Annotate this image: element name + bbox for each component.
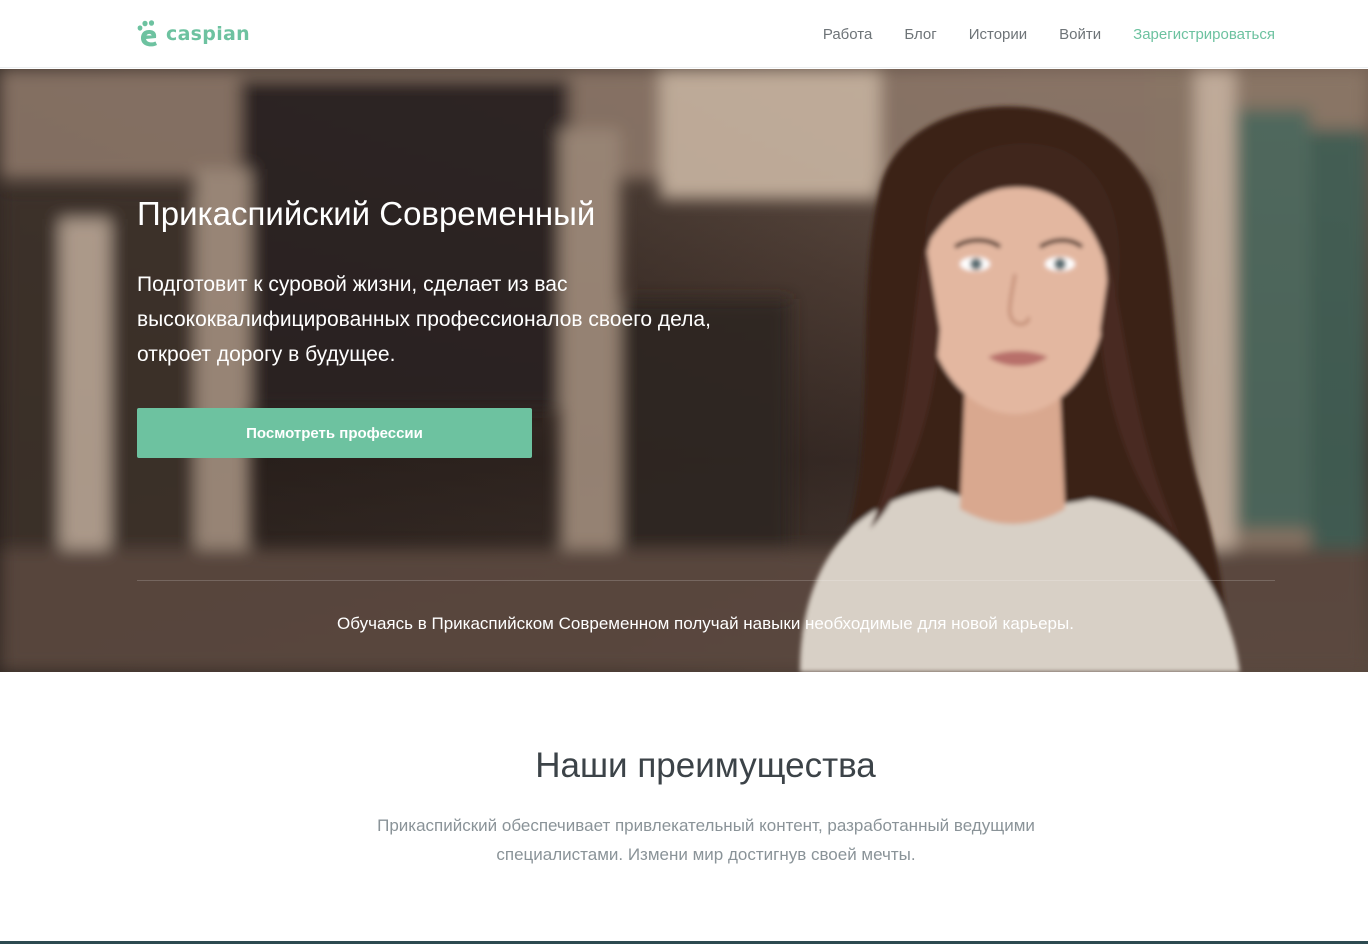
logo[interactable]: caspian: [136, 17, 250, 51]
hero-section: Прикаспийский Современный Подготовит к с…: [0, 69, 1368, 672]
nav-link-work[interactable]: Работа: [823, 26, 873, 43]
nav-link-stories[interactable]: Истории: [969, 26, 1027, 43]
hero-description: Подготовит к суровой жизни, сделает из в…: [137, 273, 711, 366]
advantages-section: Наши преимущества Прикаспийский обеспечи…: [0, 672, 1368, 942]
nav-link-login[interactable]: Войти: [1059, 26, 1101, 43]
main-nav: Работа Блог Истории Войти Зарегистрирова…: [823, 0, 1275, 68]
hero-title: Прикаспийский Современный: [137, 195, 596, 232]
logo-text: caspian: [166, 23, 250, 45]
advantages-description: Прикаспийский обеспечивает привлекательн…: [377, 816, 1035, 864]
hero-divider: [137, 580, 1275, 581]
nav-link-blog[interactable]: Блог: [904, 26, 936, 43]
advantages-title: Наши преимущества: [535, 746, 876, 785]
view-professions-button[interactable]: Посмотреть профессии: [137, 408, 532, 458]
site-header: caspian Работа Блог Истории Войти Зареги…: [0, 0, 1368, 68]
footprint-icon: [137, 20, 157, 47]
nav-link-register[interactable]: Зарегистрироваться: [1133, 26, 1275, 43]
hero-content: Прикаспийский Современный Подготовит к с…: [137, 69, 737, 672]
hero-caption: Обучаясь в Прикаспийском Современном пол…: [337, 614, 1074, 633]
woman-portrait-image: [800, 106, 1240, 672]
